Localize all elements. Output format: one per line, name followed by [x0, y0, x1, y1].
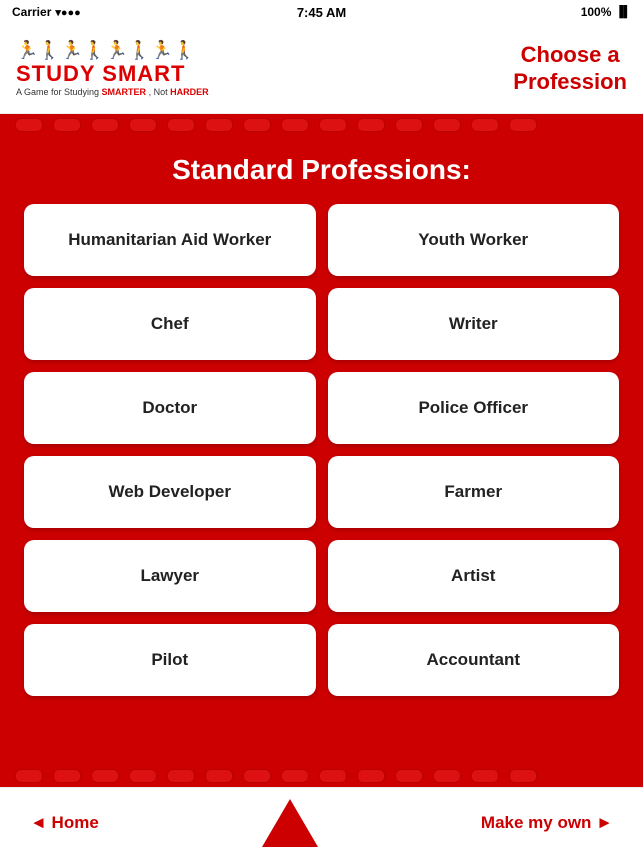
brick-stud	[243, 769, 271, 783]
wifi-icon: ▾●●●	[55, 6, 80, 19]
section-title: Standard Professions:	[20, 154, 623, 186]
brick-stud	[433, 769, 461, 783]
bottom-brick-border	[0, 765, 643, 787]
profession-btn-web-developer[interactable]: Web Developer	[24, 456, 316, 528]
figure-8: 🚶	[173, 40, 195, 61]
figure-7: 🏃	[151, 40, 173, 61]
logo-figures: 🏃 🚶 🏃 🚶 🏃 🚶 🏃 🚶	[16, 40, 195, 61]
brick-stud	[509, 769, 537, 783]
top-brick-border	[0, 114, 643, 136]
time-label: 7:45 AM	[297, 5, 346, 20]
brick-stud	[433, 118, 461, 132]
brick-stud	[15, 118, 43, 132]
brick-stud	[319, 118, 347, 132]
battery-icon: ▐▌	[615, 6, 631, 18]
make-own-label: Make my own ►	[481, 813, 613, 833]
brick-stud	[167, 769, 195, 783]
profession-btn-pilot[interactable]: Pilot	[24, 624, 316, 696]
figure-1: 🏃	[16, 40, 38, 61]
figure-2: 🚶	[38, 40, 60, 61]
figure-4: 🚶	[83, 40, 105, 61]
home-label: ◄ Home	[30, 813, 99, 833]
brick-stud	[129, 769, 157, 783]
brick-stud	[471, 118, 499, 132]
page-title: Choose aProfession	[513, 42, 627, 95]
brick-stud	[319, 769, 347, 783]
footer: ◄ Home Make my own ►	[0, 787, 643, 857]
brick-stud	[91, 118, 119, 132]
battery-label: 100%	[581, 5, 612, 19]
profession-btn-chef[interactable]: Chef	[24, 288, 316, 360]
brick-stud	[243, 118, 271, 132]
brick-stud	[357, 118, 385, 132]
profession-btn-artist[interactable]: Artist	[328, 540, 620, 612]
professions-area: Standard Professions: Humanitarian Aid W…	[0, 136, 643, 765]
brick-stud	[471, 769, 499, 783]
figure-5: 🏃	[106, 40, 128, 61]
logo-title: STUDY SMART	[16, 61, 186, 87]
brick-stud	[205, 769, 233, 783]
brick-stud	[167, 118, 195, 132]
profession-btn-youth-worker[interactable]: Youth Worker	[328, 204, 620, 276]
status-bar: Carrier ▾●●● 7:45 AM 100% ▐▌	[0, 0, 643, 24]
main-content: Standard Professions: Humanitarian Aid W…	[0, 136, 643, 765]
brick-stud	[53, 118, 81, 132]
brick-stud	[395, 118, 423, 132]
profession-btn-humanitarian-aid-worker[interactable]: Humanitarian Aid Worker	[24, 204, 316, 276]
brick-stud	[15, 769, 43, 783]
brick-stud	[281, 118, 309, 132]
figure-3: 🏃	[61, 40, 83, 61]
profession-btn-accountant[interactable]: Accountant	[328, 624, 620, 696]
header: 🏃 🚶 🏃 🚶 🏃 🚶 🏃 🚶 STUDY SMART A Game for S…	[0, 24, 643, 114]
footer-logo	[262, 799, 318, 847]
profession-grid: Humanitarian Aid WorkerYouth WorkerChefW…	[20, 204, 623, 696]
brick-stud	[91, 769, 119, 783]
brick-stud	[129, 118, 157, 132]
make-own-button[interactable]: Make my own ►	[481, 813, 613, 833]
logo-area: 🏃 🚶 🏃 🚶 🏃 🚶 🏃 🚶 STUDY SMART A Game for S…	[16, 40, 209, 97]
app-container: Carrier ▾●●● 7:45 AM 100% ▐▌ 🏃 🚶 🏃 🚶 🏃 🚶…	[0, 0, 643, 857]
brick-stud	[357, 769, 385, 783]
profession-btn-doctor[interactable]: Doctor	[24, 372, 316, 444]
brick-stud	[509, 118, 537, 132]
status-right: 100% ▐▌	[581, 5, 631, 19]
status-left: Carrier ▾●●●	[12, 5, 81, 19]
logo-subtitle: A Game for Studying SMARTER , Not HARDER	[16, 87, 209, 97]
brick-stud	[205, 118, 233, 132]
figure-6: 🚶	[128, 40, 150, 61]
profession-btn-lawyer[interactable]: Lawyer	[24, 540, 316, 612]
logo-triangle-icon	[262, 799, 318, 847]
profession-btn-writer[interactable]: Writer	[328, 288, 620, 360]
carrier-label: Carrier	[12, 5, 51, 19]
brick-stud	[53, 769, 81, 783]
home-button[interactable]: ◄ Home	[30, 813, 99, 833]
brick-stud	[395, 769, 423, 783]
brick-stud	[281, 769, 309, 783]
profession-btn-farmer[interactable]: Farmer	[328, 456, 620, 528]
profession-btn-police-officer[interactable]: Police Officer	[328, 372, 620, 444]
